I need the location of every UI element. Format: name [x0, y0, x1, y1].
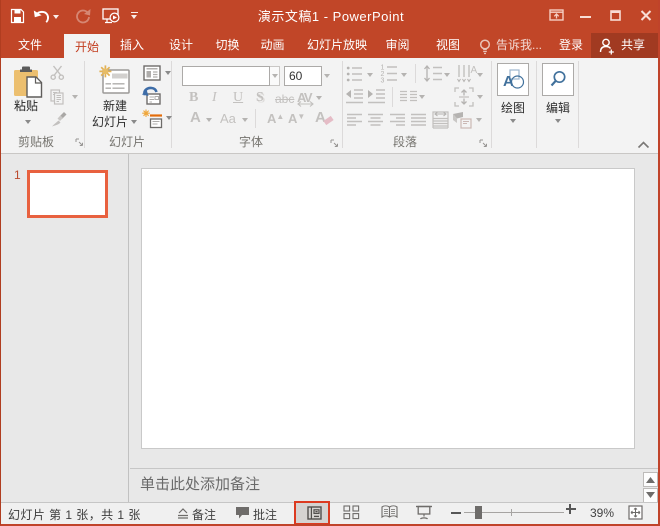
svg-text:3: 3: [381, 78, 385, 84]
svg-text:A: A: [503, 73, 514, 90]
